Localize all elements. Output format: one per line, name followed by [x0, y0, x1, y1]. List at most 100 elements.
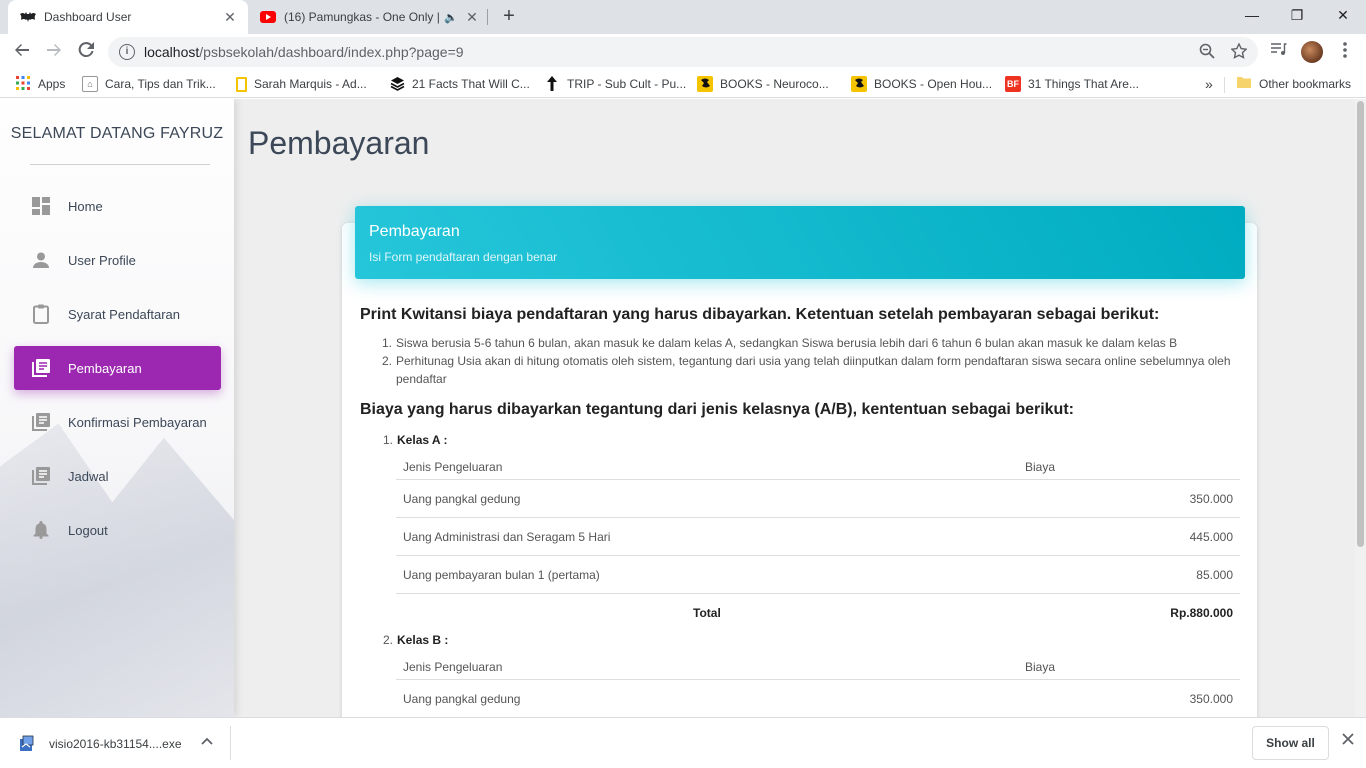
reload-button[interactable] [74, 40, 98, 64]
sidebar-item-logout[interactable]: Logout [14, 508, 221, 552]
media-queue-icon[interactable] [1269, 42, 1289, 62]
menu-kebab-icon[interactable] [1335, 42, 1355, 62]
library-books-icon [31, 358, 51, 378]
browser-toolbar: i localhost/psbsekolah/dashboard/index.p… [0, 34, 1366, 70]
yellow-box-icon [236, 76, 247, 92]
sidebar-item-label: Pembayaran [68, 360, 142, 376]
download-separator [230, 726, 231, 760]
card-header: Pembayaran Isi Form pendaftaran dengan b… [355, 206, 1245, 279]
zoom-icon[interactable] [1198, 43, 1216, 61]
tab-separator [487, 9, 488, 25]
table-header: Jenis Pengeluaran Biaya [403, 660, 1056, 674]
web-page: SELAMAT DATANG FAYRUZ Home User Profile … [0, 99, 1366, 717]
library-books-icon [31, 412, 51, 432]
table-row: Uang pangkal gedung 350.000 [396, 679, 1240, 717]
forward-button[interactable] [42, 40, 66, 64]
url-text[interactable]: localhost/psbsekolah/dashboard/index.php… [144, 44, 464, 60]
bookmark-21-facts[interactable]: 21 Facts That Will C... [389, 75, 530, 93]
layers-icon [389, 76, 405, 92]
sidebar-item-pembayaran[interactable]: Pembayaran [14, 346, 221, 390]
dashboard-icon [31, 196, 51, 216]
youtube-icon [260, 11, 276, 23]
tab-strip: Dashboard User ✕ (16) Pamungkas - One On… [0, 0, 1366, 34]
arrow-up-icon [544, 76, 560, 92]
tab-title: (16) Pamungkas - One Only | [284, 10, 440, 24]
tab-title: Dashboard User [44, 10, 132, 24]
bookmark-other-folder[interactable]: Other bookmarks [1236, 75, 1351, 93]
download-filename: visio2016-kb31154....exe [49, 737, 182, 751]
profile-avatar[interactable] [1301, 41, 1323, 63]
download-item[interactable]: visio2016-kb31154....exe [18, 735, 182, 753]
sidebar-item-user-profile[interactable]: User Profile [14, 238, 221, 282]
library-books-icon [31, 466, 51, 486]
address-bar[interactable]: i localhost/psbsekolah/dashboard/index.p… [108, 37, 1258, 67]
page-title: Pembayaran [248, 125, 430, 161]
table-row: Uang Administrasi dan Seragam 5 Hari 445… [396, 517, 1240, 555]
close-tab-icon[interactable]: ✕ [222, 9, 238, 26]
sidebar-item-syarat-pendaftaran[interactable]: Syarat Pendaftaran [14, 292, 221, 336]
sidebar-item-jadwal[interactable]: Jadwal [14, 454, 221, 498]
rule-item: 2. Perhitunag Usia akan di hitung otomat… [382, 354, 1231, 386]
speaker-icon[interactable]: 🔈 [444, 11, 458, 24]
table-row: Uang pembayaran bulan 1 (pertama) 85.000 [396, 555, 1240, 593]
bookmark-sarah-marquis[interactable]: Sarah Marquis - Ad... [236, 75, 367, 93]
batman-icon [20, 11, 36, 23]
bird-icon [851, 76, 867, 92]
back-button[interactable] [10, 40, 34, 64]
bookmark-books-open-hou[interactable]: BOOKS - Open Hou... [851, 75, 992, 93]
table-header: Jenis Pengeluaran Biaya [403, 460, 1056, 474]
bookmark-cara-tips[interactable]: ⌂ Cara, Tips dan Trik... [82, 75, 216, 93]
scrollbar-thumb[interactable] [1357, 101, 1364, 547]
table-row: Uang pangkal gedung 350.000 [396, 479, 1240, 517]
bf-icon: BF [1005, 76, 1021, 92]
clipboard-icon [31, 304, 51, 324]
sidebar-divider [30, 164, 210, 165]
card-header-title: Pembayaran [369, 223, 460, 240]
tab-dashboard-user[interactable]: Dashboard User ✕ [8, 0, 248, 34]
minimize-button[interactable]: — [1229, 0, 1275, 30]
new-tab-button[interactable]: + [498, 5, 520, 27]
bell-icon [31, 520, 51, 540]
sidebar-item-label: Konfirmasi Pembayaran [68, 414, 207, 430]
maximize-button[interactable]: ❐ [1274, 0, 1320, 30]
sidebar-item-home[interactable]: Home [14, 184, 221, 228]
sidebar: SELAMAT DATANG FAYRUZ Home User Profile … [0, 99, 234, 717]
bookmark-separator [1224, 77, 1225, 93]
card-header-subtitle: Isi Form pendaftaran dengan benar [369, 250, 558, 264]
sidebar-item-label: Home [68, 198, 103, 214]
download-bar: visio2016-kb31154....exe Show all [0, 717, 1366, 768]
tab-youtube[interactable]: (16) Pamungkas - One Only | 🔈 ✕ [250, 0, 490, 34]
show-all-button[interactable]: Show all [1252, 726, 1329, 760]
sidebar-item-label: User Profile [68, 252, 136, 268]
close-tab-icon[interactable]: ✕ [464, 9, 480, 26]
bookmark-apps[interactable]: Apps [15, 75, 65, 93]
person-icon [31, 250, 51, 270]
page-scrollbar[interactable] [1355, 99, 1366, 717]
class-b-label: 2. Kelas B : [383, 633, 449, 647]
tips-icon: ⌂ [82, 76, 98, 92]
sidebar-item-label: Jadwal [68, 468, 109, 484]
sidebar-item-konfirmasi-pembayaran[interactable]: Konfirmasi Pembayaran [14, 400, 221, 444]
rule-item: 1. Siswa berusia 5-6 tahun 6 bulan, akan… [382, 336, 1178, 350]
class-a-label: 1. Kelas A : [383, 433, 448, 447]
bird-icon [697, 76, 713, 92]
bookmark-books-neuroco[interactable]: BOOKS - Neuroco... [697, 75, 829, 93]
folder-icon [1236, 76, 1252, 92]
table-total-row: Total Rp.880.000 [396, 593, 1240, 631]
sidebar-item-label: Syarat Pendaftaran [68, 306, 181, 322]
bookmarks-bar: Apps ⌂ Cara, Tips dan Trik... Sarah Marq… [0, 70, 1366, 98]
apps-grid-icon [15, 76, 31, 92]
close-icon[interactable] [1338, 732, 1358, 750]
section-heading-biaya: Biaya yang harus dibayarkan tegantung da… [360, 401, 1074, 418]
chevron-up-icon[interactable] [198, 732, 216, 748]
sidebar-item-label: Logout [68, 522, 108, 538]
close-window-button[interactable]: ✕ [1320, 0, 1366, 30]
bookmark-31-things[interactable]: BF 31 Things That Are... [1005, 75, 1139, 93]
bookmark-star-icon[interactable] [1230, 42, 1248, 61]
more-bookmarks-chevron-icon[interactable]: » [1205, 75, 1213, 93]
sidebar-brand: SELAMAT DATANG FAYRUZ [10, 125, 224, 142]
section-heading-kwitansi: Print Kwitansi biaya pendaftaran yang ha… [360, 306, 1160, 323]
installer-file-icon [18, 735, 36, 753]
site-info-icon[interactable]: i [119, 44, 135, 60]
bookmark-trip[interactable]: TRIP - Sub Cult - Pu... [544, 75, 686, 93]
